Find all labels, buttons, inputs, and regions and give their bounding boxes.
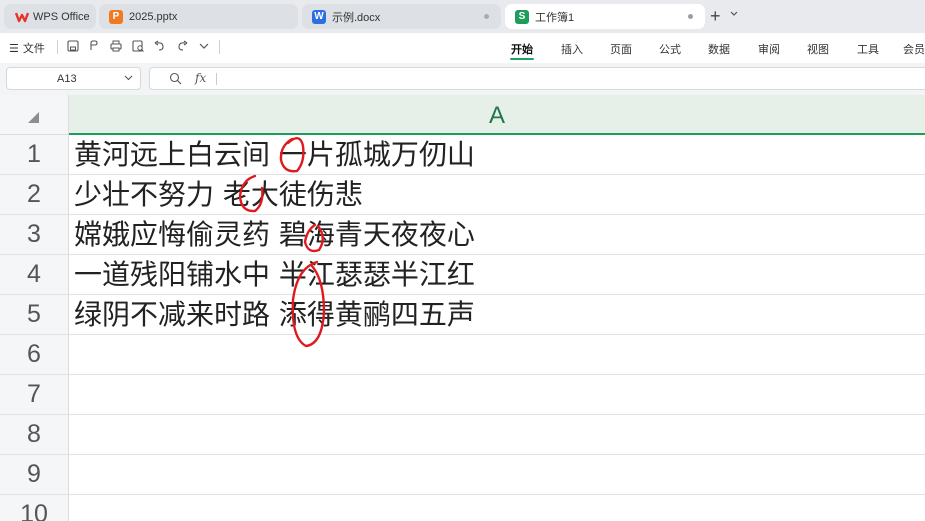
cell-a1[interactable]: 黄河远上白云间 一片孤城万仞山	[74, 135, 475, 175]
grid-row-line	[69, 455, 925, 495]
toolbar-divider	[219, 40, 220, 54]
more-dropdown-icon[interactable]	[197, 39, 211, 53]
cloud-share-icon[interactable]	[87, 39, 101, 53]
row-header[interactable]: 8	[0, 415, 69, 455]
redo-icon[interactable]	[175, 39, 189, 53]
print-preview-icon[interactable]	[131, 39, 145, 53]
row-header[interactable]: 2	[0, 175, 69, 215]
row-header[interactable]: 9	[0, 455, 69, 495]
chevron-down-icon[interactable]	[124, 73, 133, 82]
zoom-search-icon[interactable]	[169, 72, 182, 85]
ribbon-tab-data[interactable]: 数据	[708, 41, 730, 57]
ribbon-tab-tools[interactable]: 工具	[857, 41, 879, 57]
fx-function-icon[interactable]: fx	[195, 71, 206, 85]
select-all-corner[interactable]	[0, 95, 69, 135]
document-logo-icon: W	[312, 9, 326, 24]
undo-icon[interactable]	[153, 39, 167, 53]
spreadsheet-logo-icon: S	[515, 9, 529, 24]
row-header[interactable]: 6	[0, 335, 69, 375]
ribbon-tab-page[interactable]: 页面	[610, 41, 632, 57]
cell-a4[interactable]: 一道残阳铺水中 半江瑟瑟半江红	[74, 255, 475, 295]
toolbar-divider	[57, 40, 58, 54]
tab-label: 2025.pptx	[129, 10, 178, 23]
file-menu-label: 文件	[22, 43, 45, 55]
tab-docx[interactable]: W 示例.docx	[302, 4, 501, 29]
ribbon-toolbar: ☰ 文件 开始 插入 页面 公式 数据 审阅 视图 工具 会员	[0, 33, 925, 63]
cell-a5[interactable]: 绿阴不减来时路 添得黄鹂四五声	[74, 295, 475, 335]
cell-a3[interactable]: 嫦娥应悔偷灵药 碧海青天夜夜心	[74, 215, 475, 255]
new-tab-button[interactable]: +	[710, 7, 721, 25]
ribbon-tab-insert[interactable]: 插入	[561, 41, 583, 57]
formula-divider	[216, 73, 217, 85]
active-tab-indicator	[510, 58, 534, 60]
row-header[interactable]: 1	[0, 135, 69, 175]
ribbon-tab-formula[interactable]: 公式	[659, 41, 681, 57]
spreadsheet-grid[interactable]: A 1 2 3 4 5 6 7 8 9 10 黄河远上白云间 一片孤城万仞山 少…	[0, 95, 925, 521]
row-header[interactable]: 4	[0, 255, 69, 295]
tab-close-dot-icon[interactable]	[484, 14, 489, 19]
presentation-logo-icon: P	[109, 9, 123, 24]
ribbon-tab-review[interactable]: 审阅	[758, 41, 780, 57]
grid-row-line	[69, 335, 925, 375]
name-box[interactable]: A13	[6, 67, 141, 90]
column-header-a[interactable]: A	[69, 95, 925, 135]
row-header[interactable]: 3	[0, 215, 69, 255]
ribbon-tab-view[interactable]: 视图	[807, 41, 829, 57]
tab-label: WPS Office	[33, 10, 90, 23]
window-tab-bar: WPS Office P 2025.pptx W 示例.docx S 工作簿1 …	[0, 0, 925, 33]
tab-label: 示例.docx	[332, 11, 381, 24]
hamburger-icon: ☰	[9, 42, 19, 55]
save-icon[interactable]	[66, 39, 80, 53]
column-header-label: A	[488, 102, 505, 129]
ribbon-tab-home[interactable]: 开始	[511, 41, 533, 57]
formula-bar: A13 fx	[0, 63, 925, 95]
grid-row-line	[69, 495, 925, 521]
tab-wps-office[interactable]: WPS Office	[4, 4, 96, 29]
row-header[interactable]: 10	[0, 495, 69, 521]
file-menu-button[interactable]: ☰ 文件	[9, 40, 45, 56]
wps-logo-icon	[15, 12, 29, 22]
tab-close-dot-icon[interactable]	[688, 14, 693, 19]
grid-row-line	[69, 415, 925, 455]
chevron-down-icon[interactable]	[730, 11, 738, 17]
name-box-value: A13	[57, 73, 77, 85]
row-header[interactable]: 5	[0, 295, 69, 335]
row-header[interactable]: 7	[0, 375, 69, 415]
print-icon[interactable]	[109, 39, 123, 53]
select-all-triangle-icon	[28, 112, 39, 123]
ribbon-tab-member[interactable]: 会员	[903, 41, 925, 57]
formula-input[interactable]: fx	[149, 67, 925, 90]
cell-a2[interactable]: 少壮不努力 老大徒伤悲	[74, 175, 363, 215]
tab-pptx[interactable]: P 2025.pptx	[99, 4, 298, 29]
grid-row-line	[69, 375, 925, 415]
tab-label: 工作簿1	[535, 11, 575, 24]
tab-workbook[interactable]: S 工作簿1	[505, 4, 705, 29]
